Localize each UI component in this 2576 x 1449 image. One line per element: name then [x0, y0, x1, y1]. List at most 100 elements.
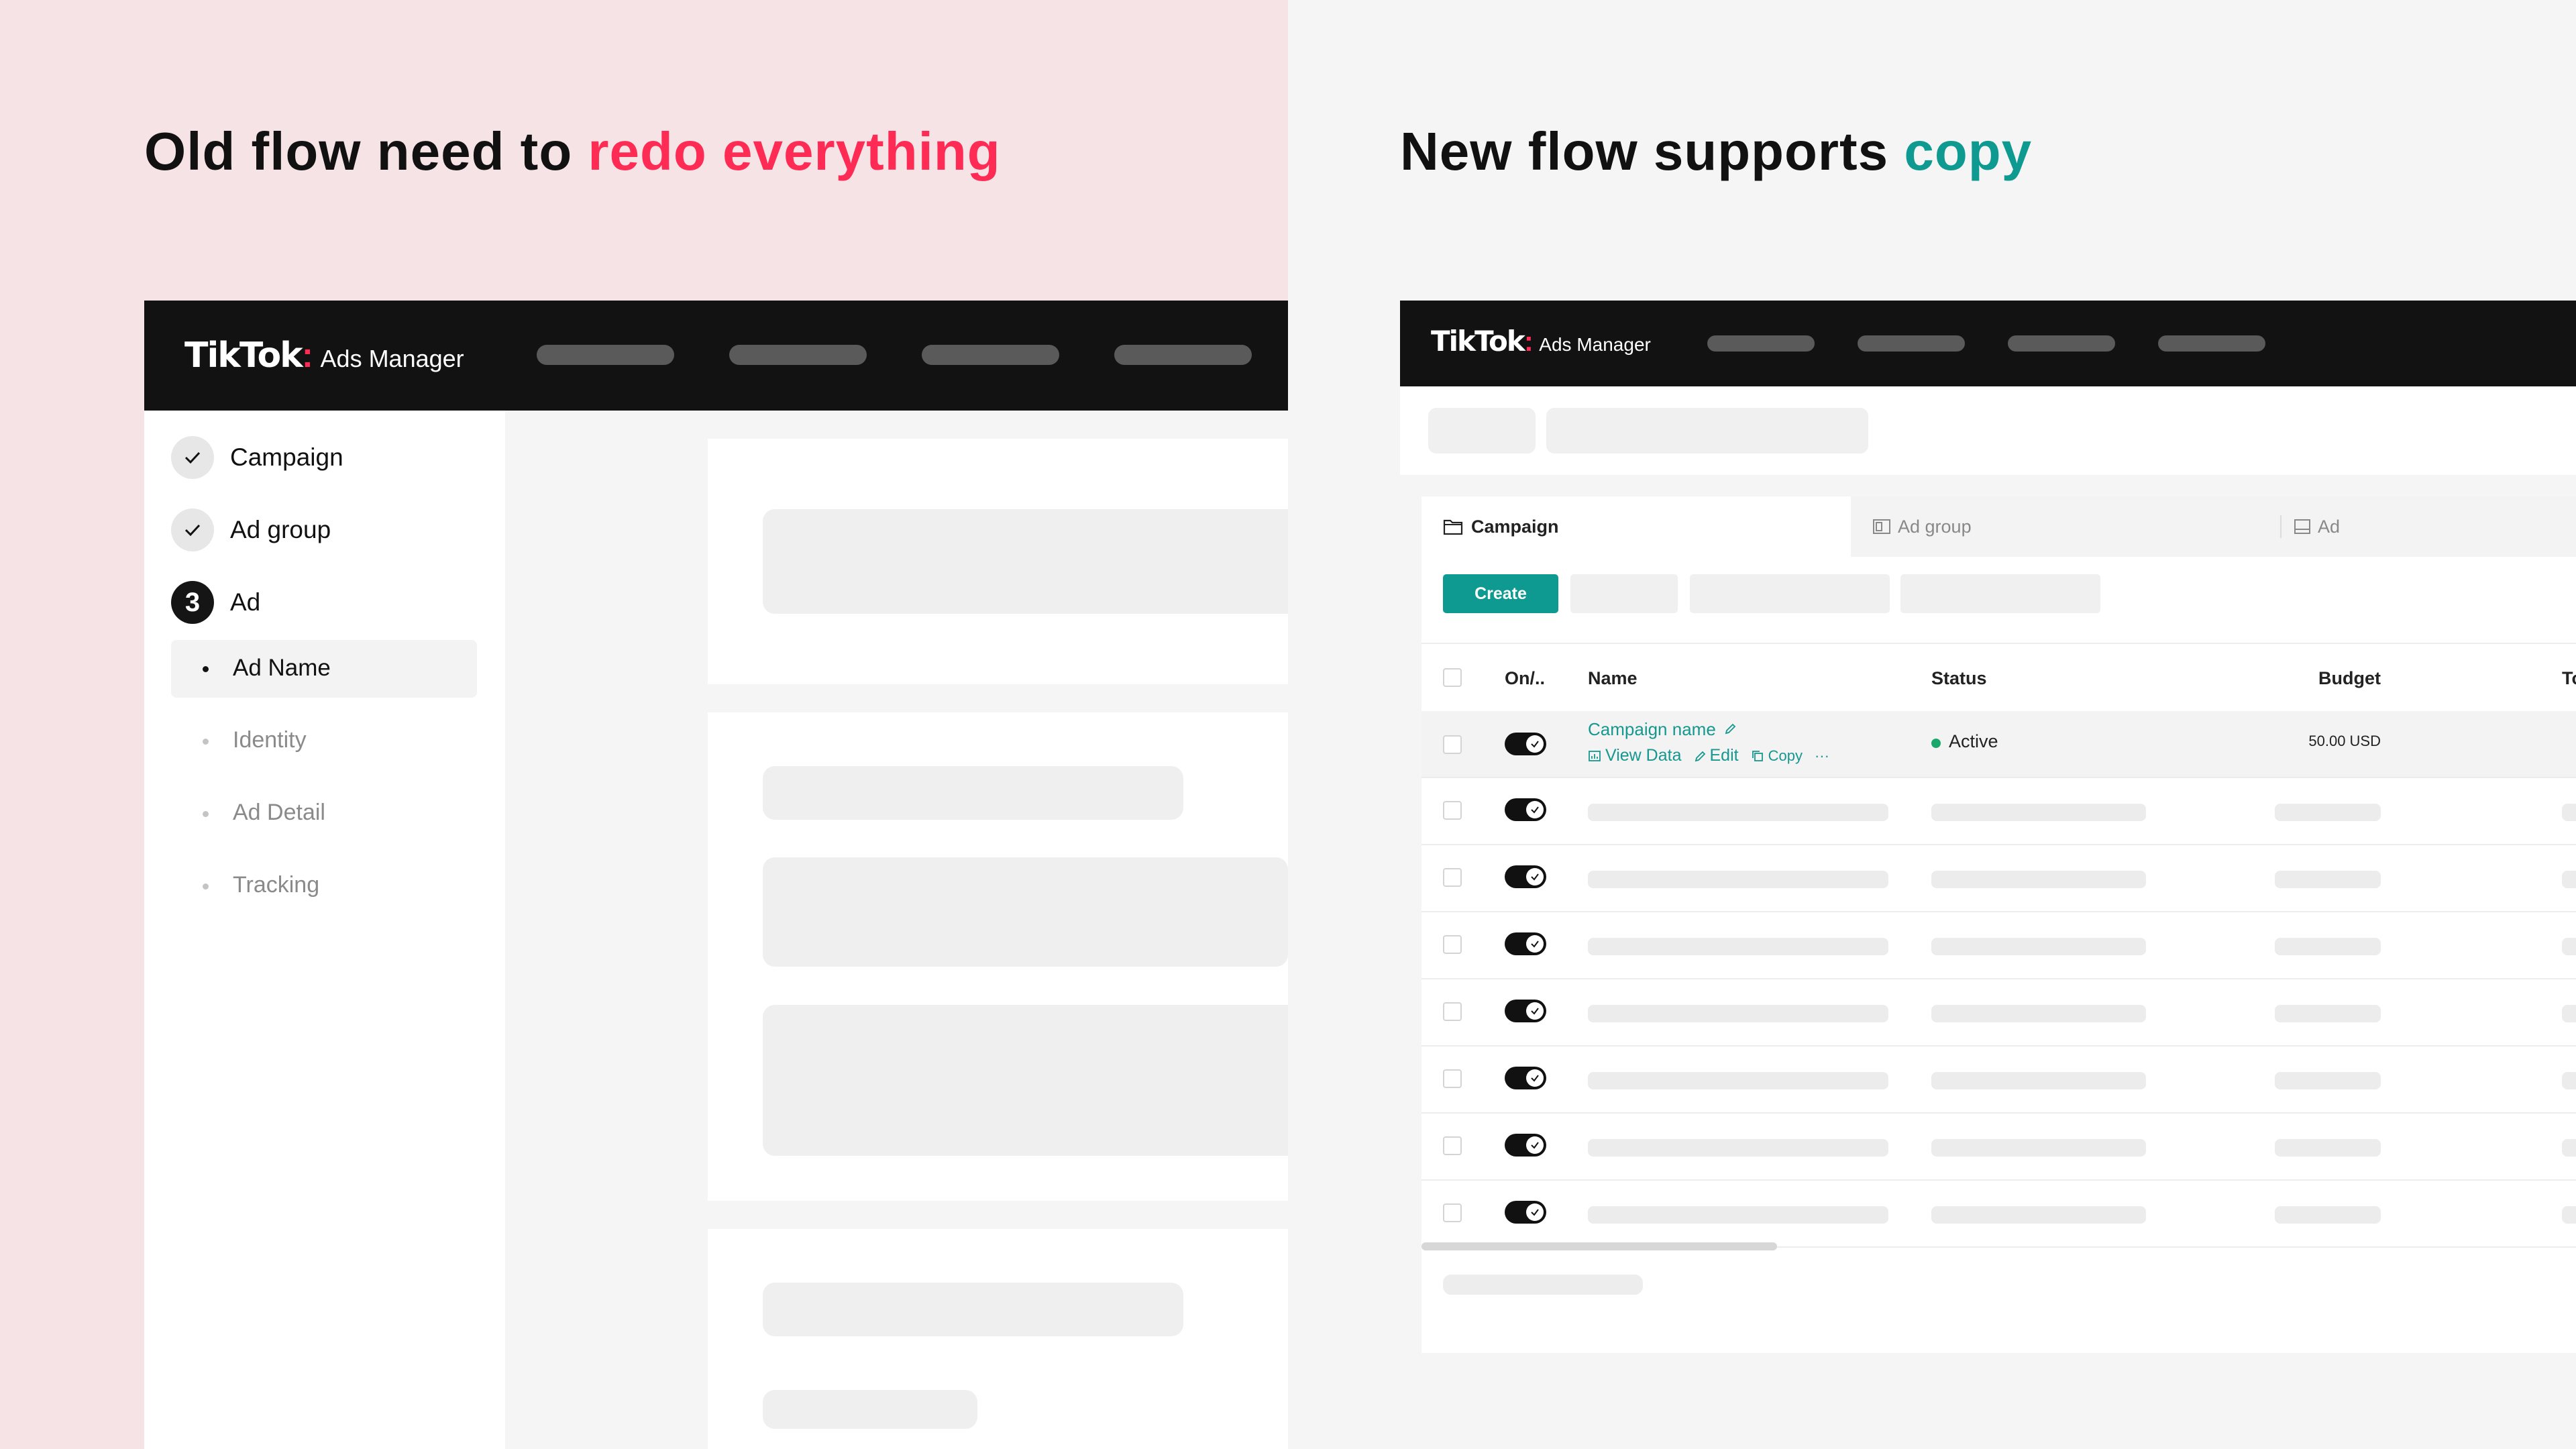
step-campaign[interactable]: Campaign: [171, 436, 343, 479]
name-placeholder: [1588, 938, 1888, 955]
tiktok-ads-manager-logo[interactable]: TikTok: Ads Manager: [1431, 325, 1651, 358]
check-icon: [171, 436, 214, 479]
column-header-status[interactable]: Status: [1931, 668, 1987, 689]
create-button[interactable]: Create: [1443, 574, 1558, 613]
tab-label: Campaign: [1471, 516, 1559, 537]
table-row[interactable]: [1421, 1046, 2576, 1112]
table-row[interactable]: [1421, 845, 2576, 911]
view-data-link[interactable]: View Data: [1605, 746, 1682, 765]
status-text: Active: [1949, 731, 1998, 751]
toolbar-button-placeholder-2[interactable]: [1690, 574, 1890, 613]
name-placeholder: [1588, 1206, 1888, 1224]
row-checkbox[interactable]: [1443, 1203, 1462, 1222]
heading-text: New flow supports: [1400, 121, 1904, 181]
select-all-checkbox[interactable]: [1443, 668, 1462, 687]
extra-column-placeholder: [2562, 804, 2576, 821]
pagination-placeholder[interactable]: [1443, 1275, 1643, 1295]
column-header-onoff[interactable]: On/..: [1505, 668, 1545, 689]
row-checkbox[interactable]: [1443, 1002, 1462, 1021]
input-placeholder[interactable]: [763, 509, 1288, 614]
column-header-truncated[interactable]: To: [2562, 668, 2576, 689]
ads-manager-window: TikTok: Ads Manager Campaign Ad group Ad…: [1400, 301, 2576, 1449]
status-placeholder: [1931, 1072, 2146, 1089]
nav-menu-placeholder-3[interactable]: [2008, 335, 2115, 352]
row-checkbox[interactable]: [1443, 735, 1462, 754]
name-placeholder: [1588, 804, 1888, 821]
tab-divider: [2280, 515, 2282, 538]
campaign-name-link[interactable]: Campaign name: [1588, 719, 1716, 739]
table-row[interactable]: [1421, 912, 2576, 978]
toolbar-button-placeholder-3[interactable]: [1900, 574, 2100, 613]
tab-campaign[interactable]: Campaign: [1421, 496, 1851, 557]
row-checkbox[interactable]: [1443, 868, 1462, 887]
table-row[interactable]: [1421, 1181, 2576, 1246]
edit-pencil-icon[interactable]: [1724, 722, 1737, 735]
label-placeholder: [763, 1283, 1183, 1336]
column-header-name[interactable]: Name: [1588, 668, 1638, 689]
input-placeholder[interactable]: [763, 857, 1288, 967]
substep-tracking[interactable]: Tracking: [171, 857, 477, 915]
substep-label: Ad Detail: [233, 800, 325, 825]
tab-ad-group[interactable]: Ad group: [1872, 496, 2275, 557]
row-checkbox[interactable]: [1443, 1136, 1462, 1155]
substep-ad-name[interactable]: Ad Name: [171, 640, 477, 698]
copy-link[interactable]: Copy: [1768, 747, 1803, 765]
step-ad[interactable]: 3 Ad: [171, 581, 260, 624]
budget-value: 50.00 USD: [2308, 733, 2381, 749]
breadcrumb-placeholder[interactable]: [1428, 408, 1536, 453]
tab-ad[interactable]: Ad: [2294, 496, 2562, 557]
campaign-name-cell: Campaign name: [1588, 719, 1737, 740]
form-card-1: [708, 439, 1288, 684]
nav-menu-placeholder-4[interactable]: [2158, 335, 2265, 352]
nav-menu-placeholder-2[interactable]: [1858, 335, 1965, 352]
extra-column-placeholder: [2562, 1005, 2576, 1022]
bullet-icon: [203, 666, 209, 672]
heading-text: Old flow need to: [144, 121, 588, 181]
on-off-toggle[interactable]: [1505, 1067, 1546, 1089]
chart-icon: [1589, 750, 1601, 761]
tiktok-ads-manager-logo[interactable]: TikTok: Ads Manager: [184, 335, 464, 376]
substep-label: Identity: [233, 727, 307, 753]
extra-column-placeholder: [2562, 1072, 2576, 1089]
ads-manager-window: TikTok: Ads Manager Campaign Ad group 3 …: [144, 301, 1288, 1449]
table-row[interactable]: [1421, 979, 2576, 1045]
row-checkbox[interactable]: [1443, 801, 1462, 820]
row-checkbox[interactable]: [1443, 1069, 1462, 1088]
table-row[interactable]: Campaign name View Data Edit Copy ··· Ac…: [1421, 711, 2576, 777]
bullet-icon: [203, 811, 209, 817]
extra-column-placeholder: [2562, 938, 2576, 955]
input-placeholder[interactable]: [763, 1005, 1288, 1156]
substep-ad-detail[interactable]: Ad Detail: [171, 785, 477, 843]
table-row[interactable]: [1421, 1114, 2576, 1179]
on-off-toggle[interactable]: [1505, 1000, 1546, 1022]
on-off-toggle[interactable]: [1505, 932, 1546, 955]
substep-identity[interactable]: Identity: [171, 712, 477, 770]
on-off-toggle[interactable]: [1505, 798, 1546, 821]
toolbar-button-placeholder-1[interactable]: [1570, 574, 1678, 613]
input-placeholder[interactable]: [763, 1390, 977, 1429]
row-checkbox[interactable]: [1443, 935, 1462, 954]
column-header-budget[interactable]: Budget: [2291, 668, 2381, 689]
on-off-toggle[interactable]: [1505, 865, 1546, 888]
new-flow-heading: New flow supports copy: [1400, 121, 2032, 182]
on-off-toggle[interactable]: [1505, 1201, 1546, 1224]
table-row[interactable]: [1421, 778, 2576, 844]
nav-menu-placeholder-3[interactable]: [922, 345, 1059, 365]
nav-menu-placeholder-4[interactable]: [1114, 345, 1252, 365]
nav-menu-placeholder-2[interactable]: [729, 345, 867, 365]
nav-menu-placeholder-1[interactable]: [1707, 335, 1815, 352]
nav-menu-placeholder-1[interactable]: [537, 345, 674, 365]
top-navigation-bar: TikTok: Ads Manager: [144, 301, 1288, 411]
budget-placeholder: [2275, 1005, 2381, 1022]
page-title-placeholder: [1546, 408, 1868, 453]
more-actions-icon[interactable]: ···: [1815, 747, 1829, 765]
budget-placeholder: [2275, 804, 2381, 821]
horizontal-scrollbar[interactable]: [1421, 1242, 1777, 1250]
edit-pencil-icon: [1695, 751, 1705, 761]
logo-brand: TikTok: [184, 335, 303, 376]
step-ad-group[interactable]: Ad group: [171, 508, 331, 551]
edit-link[interactable]: Edit: [1710, 746, 1739, 765]
adgroup-icon: [1873, 519, 1890, 534]
on-off-toggle[interactable]: [1505, 733, 1546, 755]
on-off-toggle[interactable]: [1505, 1134, 1546, 1157]
